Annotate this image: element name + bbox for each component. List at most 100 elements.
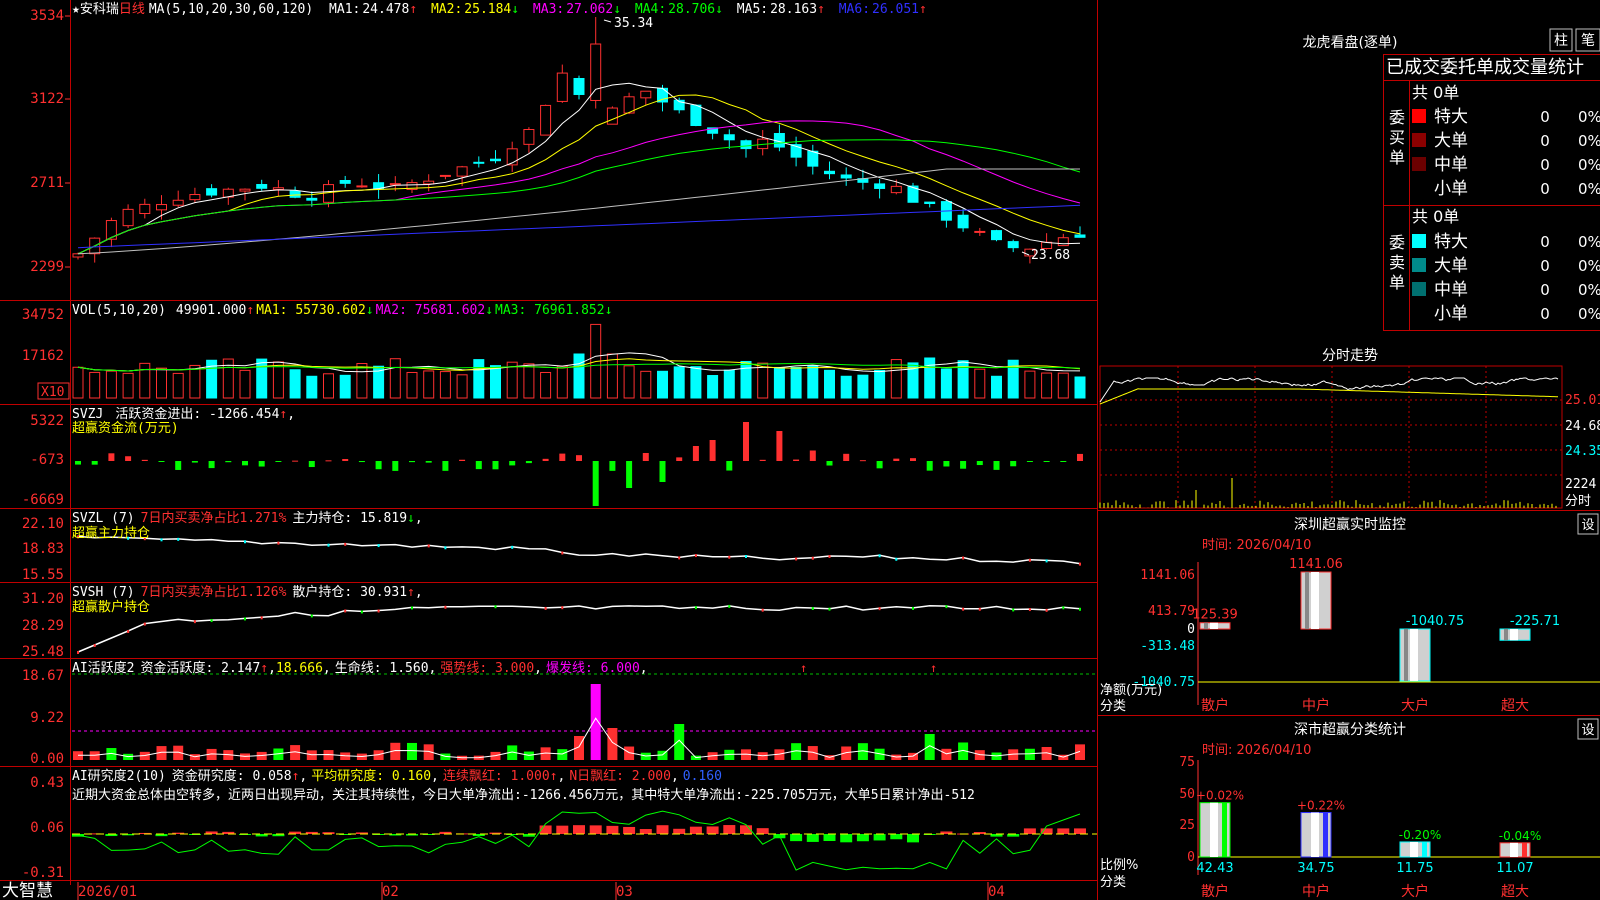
- classify-category: 散户: [1201, 883, 1229, 900]
- candle: [974, 230, 986, 233]
- svzj-bar: [242, 461, 248, 466]
- svzj-bar: [392, 461, 399, 471]
- candle: [723, 134, 735, 141]
- volume-bar: [723, 369, 735, 399]
- svzj-bar: [141, 459, 148, 461]
- svzj-bar: [442, 461, 449, 471]
- candle: [606, 107, 618, 125]
- sell-total: 共 0单: [1412, 207, 1459, 226]
- svg-text:2026/01: 2026/01: [78, 884, 137, 900]
- svg-text:笔[interactable]: 笔: [1581, 33, 1595, 49]
- svzj-bar: [926, 461, 933, 471]
- volume-bar: [239, 369, 251, 399]
- volume-bar: [323, 373, 334, 399]
- svzj-bar: [576, 455, 582, 461]
- volume-bar: [289, 369, 301, 399]
- svg-text:SVZJ活跃资金进出: -1266.454↑,: SVZJ 活跃资金进出: -1266.454↑,: [72, 406, 295, 422]
- price-annotations: 35.34 23.68: [603, 16, 1070, 263]
- svg-text:设[interactable]: 设: [1581, 518, 1594, 533]
- ai1-title: AI活跃度2 资金活跃度: 2.147↑,18.666, 生命线: 1.560, 强势…: [72, 660, 648, 676]
- volume-bar: [490, 365, 501, 399]
- svsh-dot: [728, 604, 731, 608]
- svzl-chart[interactable]: [77, 535, 1081, 566]
- svsh-dot: [1062, 606, 1065, 610]
- period-label[interactable]: 日线: [119, 2, 145, 17]
- buy-row-name: 中单: [1434, 155, 1468, 175]
- svzj-bar: [910, 458, 916, 461]
- volume-bar: [707, 375, 719, 399]
- activity-bar: [590, 684, 601, 760]
- monitor-category: 中户: [1302, 697, 1330, 714]
- svg-text:超赢散户持仓: 超赢散户持仓: [72, 599, 150, 615]
- svg-text:AI研究度2(10)资金研究度: 0.058↑,平均研究度:: AI研究度2(10) 资金研究度: 0.058↑, 平均研究度: 0.160, 连续飘…: [72, 768, 722, 784]
- research-bar: [790, 834, 803, 842]
- volume-bar: [156, 367, 167, 399]
- candle: [840, 174, 852, 179]
- svzl-dot: [1079, 562, 1081, 566]
- research-bar: [806, 834, 819, 842]
- svg-text:0.06: 0.06: [30, 820, 64, 836]
- svg-text:柱[interactable]: 柱: [1554, 33, 1568, 49]
- svzj-bar: [292, 460, 299, 462]
- volume-bar: [673, 366, 685, 399]
- classify-bar-shine: [1311, 812, 1319, 857]
- classify-panel[interactable]: 深市超赢分类统计 设 时间: 2026/04/10 +0.02% 42.43 散户 +…: [1100, 718, 1600, 900]
- stock-name[interactable]: ★安科瑞: [72, 2, 119, 17]
- sell-row-count: 0: [1540, 257, 1550, 275]
- candle: [991, 230, 1002, 241]
- svg-text:设[interactable]: 设: [1581, 723, 1594, 738]
- svsh-dot: [377, 609, 380, 613]
- volume-bar: [690, 366, 702, 399]
- candle: [206, 188, 218, 196]
- candle: [1057, 237, 1069, 247]
- candle: [256, 184, 268, 189]
- svg-text:25.01: 25.01: [1565, 393, 1600, 408]
- volume-bar: [105, 370, 117, 399]
- svsh-dot: [1079, 607, 1081, 611]
- y-axis-ticks: [65, 15, 70, 268]
- svzj-bar: [960, 461, 967, 469]
- svsh-chart[interactable]: [77, 604, 1081, 654]
- monitor-value-label: -1040.75: [1406, 614, 1464, 629]
- svzj-bar: [525, 461, 532, 464]
- volume-bar: [523, 363, 535, 399]
- monitor-y-labels: 1141.06 413.79 0 -313.48 -1040.75: [1132, 568, 1195, 690]
- monitor-bar-shade: [1404, 629, 1408, 681]
- svsh-dot: [127, 630, 130, 633]
- research-bar: [840, 834, 853, 843]
- brand-label: 大智慧: [2, 881, 53, 900]
- svzl-dot: [962, 556, 965, 560]
- research-bar: [1057, 828, 1070, 834]
- svzj-bar: [275, 461, 282, 462]
- candle: [640, 90, 652, 99]
- volume-chart[interactable]: [72, 323, 1086, 399]
- svsh-dot: [143, 622, 146, 626]
- monitor-panel[interactable]: 深圳超赢实时监控 设 时间: 2026/04/10 125.39 散户 1141.0…: [1100, 513, 1600, 714]
- svzl-dot: [444, 546, 447, 550]
- svsh-line: [77, 605, 1081, 653]
- candlestick-chart[interactable]: [72, 17, 1086, 264]
- monitor-bar: [1199, 622, 1231, 630]
- classify-bar: [1499, 842, 1531, 858]
- volume-bar: [172, 372, 184, 399]
- svzj-bar: [793, 459, 800, 461]
- research-bar: [756, 828, 769, 834]
- svg-text:28.29: 28.29: [22, 618, 64, 634]
- monitor-bar-shade: [1204, 622, 1208, 629]
- svzl-dot: [895, 557, 898, 561]
- classify-category: 超大: [1501, 884, 1529, 900]
- svg-text:31.20: 31.20: [22, 591, 64, 607]
- svzl-dot: [327, 543, 330, 547]
- svg-text:5322: 5322: [30, 413, 64, 429]
- monitor-bar-shine: [1311, 572, 1319, 629]
- svzj-chart[interactable]: [75, 422, 1083, 506]
- fenshi-panel[interactable]: 分时走势 25.01 24.68 24.35 2224 分时: [1098, 343, 1600, 509]
- svg-text:50: 50: [1179, 787, 1195, 802]
- sell-row-name: 大单: [1434, 256, 1468, 276]
- svg-text:0: 0: [1187, 622, 1195, 637]
- classify-bottom-label: 11.75: [1396, 861, 1433, 876]
- volume-bar: [272, 361, 284, 399]
- ai-research-chart[interactable]: [72, 810, 1097, 871]
- candle: [1074, 234, 1086, 238]
- candle: [807, 150, 819, 167]
